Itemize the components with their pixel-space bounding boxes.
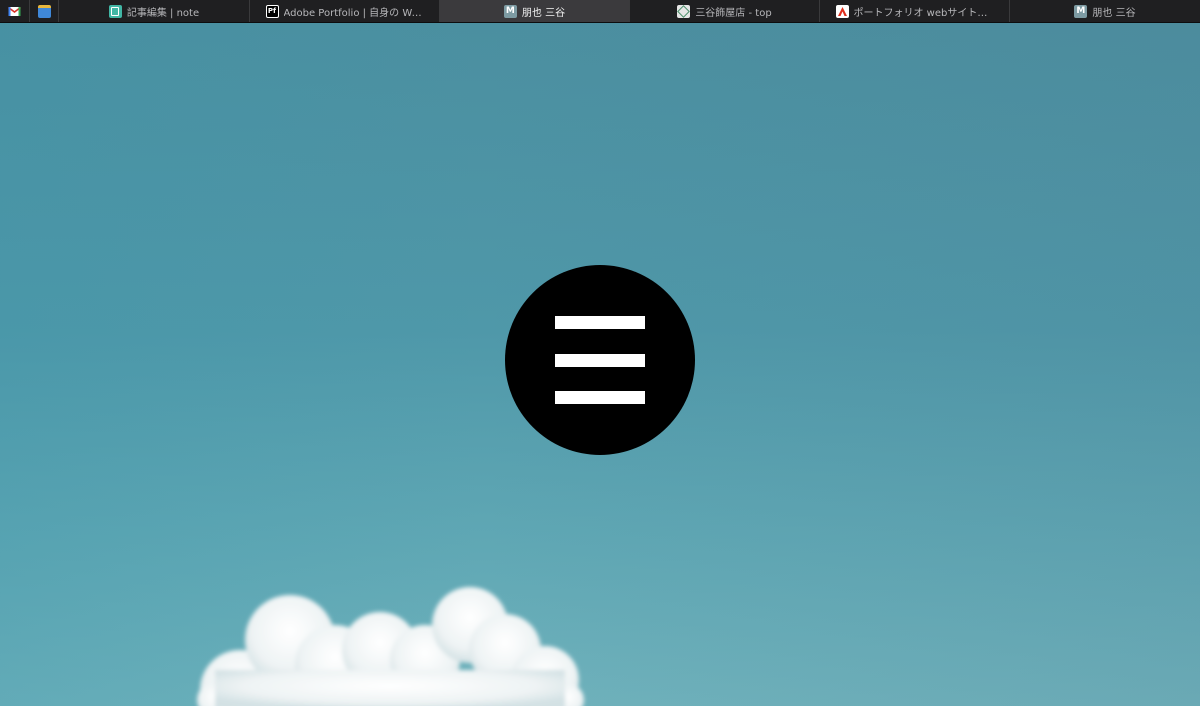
adobe-icon bbox=[835, 4, 849, 18]
m-icon: M bbox=[1074, 4, 1088, 18]
shop-icon bbox=[677, 4, 691, 18]
note-icon bbox=[108, 4, 122, 18]
tab-portfolio-creation[interactable]: ポートフォリオ webサイトの作成… bbox=[820, 0, 1010, 22]
hamburger-menu-icon-bar bbox=[555, 316, 645, 329]
pinned-tab-calendar[interactable] bbox=[30, 0, 59, 22]
pinned-tab-gmail[interactable] bbox=[0, 0, 30, 22]
tab-title: 三谷飾屋店 - top bbox=[695, 7, 772, 19]
calendar-icon bbox=[37, 4, 51, 18]
tab-title: 朋也 三谷 bbox=[1092, 7, 1136, 19]
tab-shop-top[interactable]: 三谷飾屋店 - top bbox=[630, 0, 820, 22]
tab-adobe-portfolio[interactable]: Pf Adobe Portfolio | 自身の Web… bbox=[250, 0, 440, 22]
tab-title: 朋也 三谷 bbox=[521, 7, 566, 19]
m-icon: M bbox=[503, 4, 517, 18]
tab-title: 記事編集 | note bbox=[126, 7, 200, 19]
tab-title: ポートフォリオ webサイトの作成… bbox=[853, 7, 994, 19]
tab-title: Adobe Portfolio | 自身の Web… bbox=[283, 7, 424, 19]
tab-tomoya-mitani-active[interactable]: M 朋也 三谷 bbox=[440, 0, 630, 22]
adobe-portfolio-icon: Pf bbox=[265, 4, 279, 18]
tab-tomoya-mitani[interactable]: M 朋也 三谷 bbox=[1010, 0, 1200, 22]
tab-note[interactable]: 記事編集 | note bbox=[59, 0, 250, 22]
browser-tab-bar: 記事編集 | note Pf Adobe Portfolio | 自身の Web… bbox=[0, 0, 1200, 23]
hamburger-menu-button[interactable] bbox=[505, 265, 695, 455]
hamburger-menu-icon-bar bbox=[555, 354, 645, 367]
hamburger-menu-icon-bar bbox=[555, 391, 645, 404]
gmail-icon bbox=[8, 5, 21, 18]
